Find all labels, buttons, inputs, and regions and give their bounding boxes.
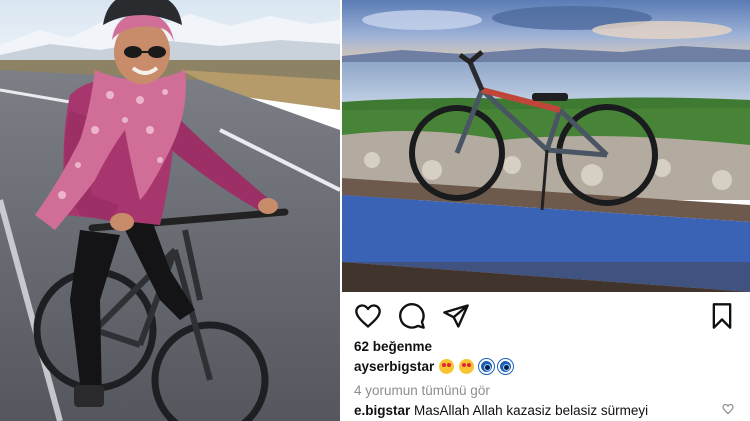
heart-eyes-emoji — [439, 359, 455, 374]
nazar-emoji — [498, 359, 514, 374]
bookmark-icon[interactable] — [708, 302, 736, 330]
caption-username[interactable]: ayserbigstar — [354, 359, 434, 374]
cyclist-photo — [0, 0, 340, 421]
comment-text: MasAllah Allah kazasiz belasiz sürmeyi — [414, 403, 649, 418]
instagram-post: 62 beğenme ayserbigstar 4 yorumun tümünü… — [342, 0, 750, 421]
comment-username[interactable]: e.bigstar — [354, 403, 410, 418]
heart-eyes-emoji — [458, 359, 474, 374]
nazar-emoji — [478, 359, 494, 374]
heart-icon[interactable] — [354, 302, 382, 330]
comment-bubble-icon[interactable] — [398, 302, 426, 330]
small-heart-icon[interactable] — [722, 403, 734, 415]
post-actions-bar — [342, 292, 750, 338]
post-caption: ayserbigstar — [354, 359, 514, 374]
view-all-comments-link[interactable]: 4 yorumun tümünü gör — [354, 383, 490, 398]
bicycle-lake-photo — [342, 0, 750, 292]
like-count[interactable]: 62 beğenme — [354, 339, 432, 354]
comment-row: e.bigstar MasAllah Allah kazasiz belasiz… — [354, 403, 648, 418]
paper-plane-icon[interactable] — [442, 302, 470, 330]
